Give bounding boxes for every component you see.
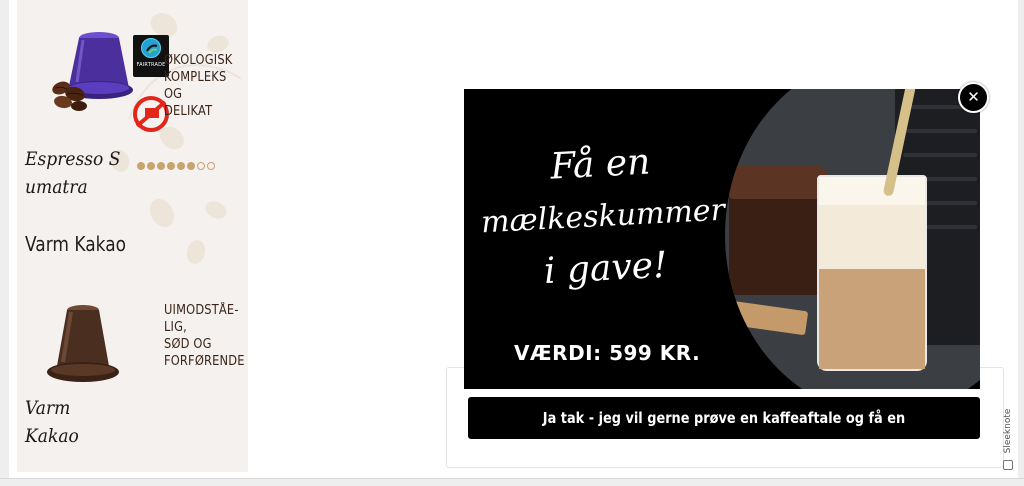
sleeknote-logo-icon <box>1003 460 1013 470</box>
product-name-line: Varm <box>25 397 71 419</box>
intensity-rating <box>137 160 215 172</box>
viewport-right-edge <box>1018 0 1024 486</box>
product-sidebar: FAIRTRADE ØKOLOGISK KOMPLEKS OG DELIKAT … <box>17 0 248 472</box>
description-line: ØKOLOGISK <box>164 53 233 68</box>
product-image-espresso-sumatra[interactable]: FAIRTRADE <box>47 20 169 132</box>
description-line: FORFØRENDE <box>164 354 245 369</box>
intensity-dot-filled <box>137 162 145 170</box>
chocolate-cake-icon <box>729 165 829 295</box>
product-image-varm-kakao[interactable] <box>41 300 125 392</box>
promo-banner[interactable]: Få en mælkeskummer i gave! VÆRDI: 599 KR… <box>464 89 980 389</box>
intensity-dot-filled <box>167 162 175 170</box>
section-heading-varm-kakao: Varm Kakao <box>25 232 127 256</box>
product-name-varm-kakao[interactable]: Varm Kakao <box>25 394 115 450</box>
intensity-dot-empty <box>207 162 215 170</box>
close-popup-button[interactable]: ✕ <box>958 82 989 113</box>
promo-value-text: VÆRDI: 599 KR. <box>514 341 701 365</box>
product-name-line: umatra <box>25 176 88 198</box>
sleeknote-label: Sleeknote <box>1003 408 1013 454</box>
latte-glass-icon <box>817 175 927 371</box>
intensity-dot-filled <box>187 162 195 170</box>
description-line: UIMODSTÅE- <box>164 303 239 318</box>
close-icon: ✕ <box>967 88 980 106</box>
product-name-line: Espresso S <box>25 148 121 170</box>
glass-foam <box>819 177 925 205</box>
description-line: LIG, <box>164 320 187 335</box>
description-line: SØD OG <box>164 337 212 352</box>
machine-detail <box>903 129 977 133</box>
wooden-board <box>725 298 809 336</box>
accept-offer-label: Ja tak - jeg vil gerne prøve en kaffeaft… <box>542 409 906 469</box>
product-description-espresso-sumatra: ØKOLOGISK KOMPLEKS OG DELIKAT <box>164 52 243 120</box>
viewport-bottom-edge <box>0 478 1024 486</box>
coffee-beans-icon <box>49 78 91 114</box>
brown-capsule-icon <box>47 305 119 382</box>
viewport-left-edge <box>0 0 9 486</box>
product-name-line: Kakao <box>25 425 79 447</box>
machine-detail <box>903 153 977 157</box>
cake-top <box>729 165 829 199</box>
intensity-dot-filled <box>157 162 165 170</box>
glass-coffee <box>819 269 925 369</box>
description-line: KOMPLEKS OG <box>164 70 227 102</box>
fairtrade-icon <box>141 38 161 58</box>
promo-headline: Få en mælkeskummer i gave! <box>474 133 732 302</box>
sleeknote-branding[interactable]: Sleeknote <box>1000 404 1016 474</box>
intensity-dot-filled <box>177 162 185 170</box>
intensity-dot-empty <box>197 162 205 170</box>
coffee-and-cake-photo <box>725 89 980 389</box>
accept-offer-button[interactable]: Ja tak - jeg vil gerne prøve en kaffeaft… <box>468 397 980 469</box>
description-line: DELIKAT <box>164 104 213 119</box>
product-description-varm-kakao: UIMODSTÅE- LIG, SØD OG FORFØRENDE <box>164 302 245 370</box>
intensity-dot-filled <box>147 162 155 170</box>
product-name-espresso-sumatra[interactable]: Espresso S umatra <box>25 145 133 201</box>
